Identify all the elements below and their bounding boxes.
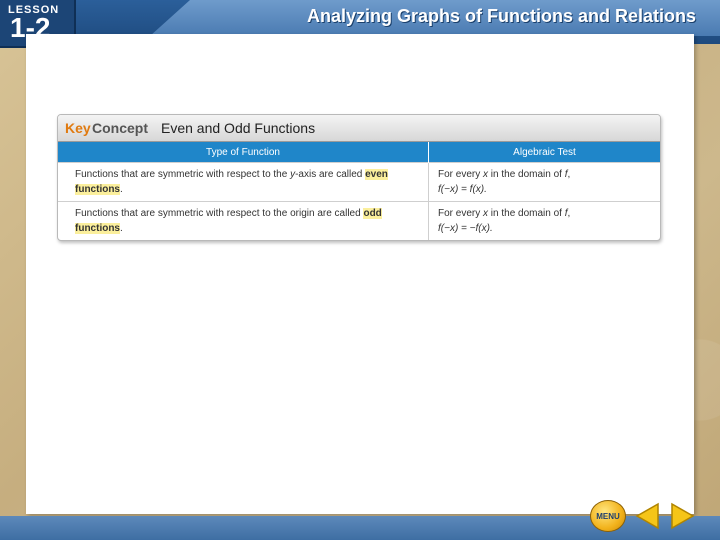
test-equation: f(−x) = −f(x). xyxy=(438,223,493,234)
next-button[interactable] xyxy=(668,502,696,530)
table-header-row: Type of Function Algebraic Test xyxy=(58,142,660,163)
menu-button[interactable]: MENU xyxy=(590,500,626,532)
table-row: Functions that are symmetric with respec… xyxy=(58,201,660,240)
key-concept-key: Key xyxy=(65,120,91,136)
column-header-type: Type of Function xyxy=(58,142,429,163)
test-text: , xyxy=(567,208,571,219)
page-title: Analyzing Graphs of Functions and Relati… xyxy=(306,6,696,26)
table-row: Functions that are symmetric with respec… xyxy=(58,162,660,202)
type-text: Functions that are symmetric with respec… xyxy=(75,169,291,180)
test-text: , xyxy=(567,169,571,180)
concept-table: Type of Function Algebraic Test Function… xyxy=(58,142,660,240)
test-cell: For every x in the domain of f, f(−x) = −… xyxy=(428,201,660,240)
test-equation: f(−x) = f(x). xyxy=(438,184,487,195)
test-text: in the domain of xyxy=(488,169,565,180)
test-cell: For every x in the domain of f, f(−x) = f… xyxy=(428,162,660,202)
type-cell: Functions that are symmetric with respec… xyxy=(58,201,429,240)
type-text: -axis are called xyxy=(295,169,366,180)
type-text: . xyxy=(120,184,123,195)
test-text: in the domain of xyxy=(488,208,565,219)
key-concept-concept: Concept xyxy=(92,120,148,136)
type-text: . xyxy=(120,223,123,234)
column-header-test: Algebraic Test xyxy=(428,142,660,163)
type-cell: Functions that are symmetric with respec… xyxy=(58,162,429,202)
triangle-right-icon xyxy=(671,502,695,530)
content-page: Key Concept Even and Odd Functions Type … xyxy=(26,34,694,514)
triangle-left-icon xyxy=(635,502,659,530)
test-text: For every xyxy=(438,208,484,219)
key-concept-title: Even and Odd Functions xyxy=(161,120,316,136)
previous-button[interactable] xyxy=(634,502,662,530)
key-concept-header: Key Concept Even and Odd Functions xyxy=(58,115,660,142)
menu-label: MENU xyxy=(596,511,620,521)
key-concept-box: Key Concept Even and Odd Functions Type … xyxy=(57,114,661,241)
test-text: For every xyxy=(438,169,484,180)
type-text: Functions that are symmetric with respec… xyxy=(75,208,364,219)
